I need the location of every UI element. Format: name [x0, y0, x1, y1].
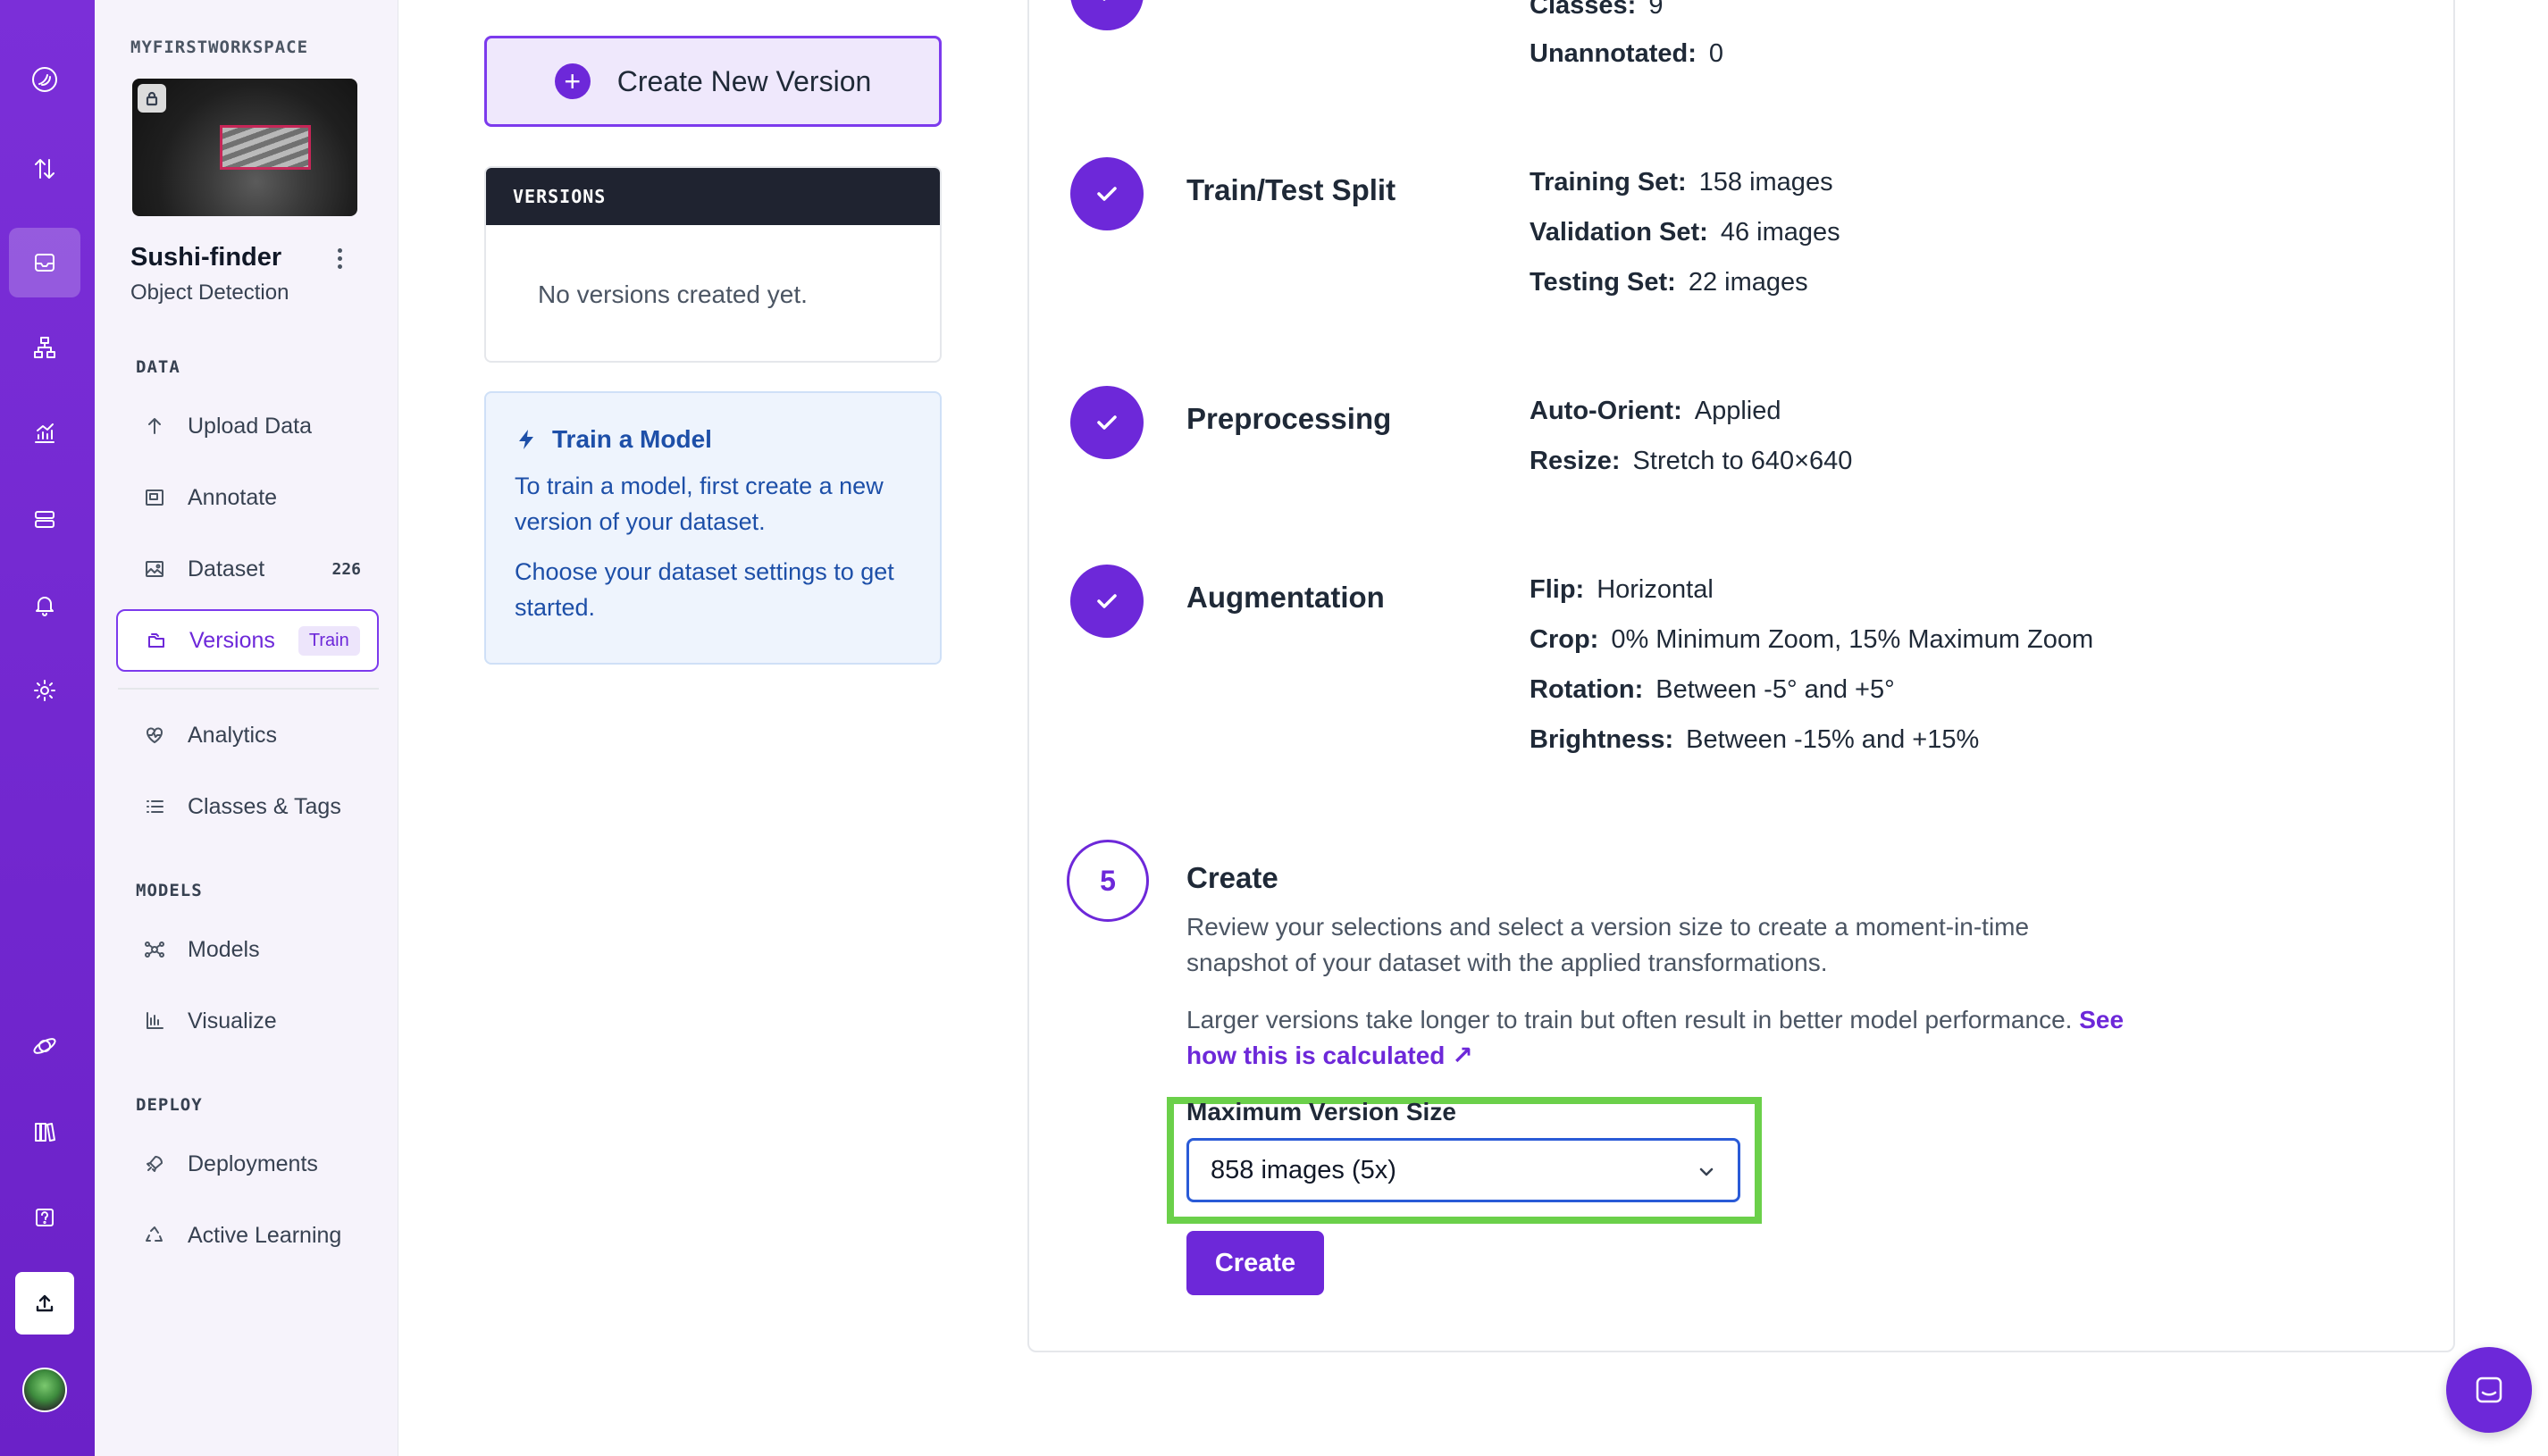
workflows-icon[interactable]	[9, 313, 80, 382]
train-model-text-2: Choose your dataset settings to get star…	[515, 558, 894, 621]
create-size-note-text: Larger versions take longer to train but…	[1186, 1006, 2073, 1033]
versions-card: VERSIONS No versions created yet.	[484, 166, 942, 363]
storage-icon[interactable]	[9, 484, 80, 554]
analytics-icon[interactable]	[9, 398, 80, 468]
library-icon[interactable]	[9, 1097, 80, 1167]
sidebar-item-label: Models	[188, 936, 260, 962]
step-summary-row: Validation Set: 46 images	[1530, 218, 1840, 247]
step-summary-row: Auto-Orient: Applied	[1530, 397, 1781, 425]
create-size-note: Larger versions take longer to train but…	[1186, 1002, 2133, 1074]
train-model-text-1: To train a model, first create a new ver…	[515, 473, 884, 535]
sidebar-item-analytics[interactable]: Analytics	[116, 704, 379, 766]
sidebar-item-active-learning[interactable]: Active Learning	[116, 1204, 379, 1267]
select-value: 858 images (5x)	[1211, 1155, 1396, 1184]
section-label-models: MODELS	[136, 881, 203, 900]
sidebar-item-annotate[interactable]: Annotate	[116, 466, 379, 529]
create-new-version-button[interactable]: + Create New Version	[484, 36, 942, 127]
max-version-size-select[interactable]: 858 images (5x)	[1186, 1138, 1740, 1202]
avatar[interactable]	[22, 1368, 67, 1412]
sidebar-item-label: Analytics	[188, 722, 278, 748]
recycle-icon	[139, 1220, 170, 1251]
sidebar-item-models[interactable]: Models	[116, 918, 379, 981]
sidebar-item-versions[interactable]: Versions Train	[116, 609, 379, 672]
arrow-up-icon	[139, 411, 170, 441]
step-summary-row: Testing Set: 22 images	[1530, 268, 1808, 297]
step-summary-row: Flip: Horizontal	[1530, 575, 1714, 604]
step-title-train-test-split[interactable]: Train/Test Split	[1186, 173, 1396, 207]
step-summary-row: Crop: 0% Minimum Zoom, 15% Maximum Zoom	[1530, 625, 2094, 654]
project-type: Object Detection	[130, 280, 289, 305]
rocket-icon	[139, 1149, 170, 1179]
images-icon	[139, 554, 170, 584]
plus-icon: +	[554, 63, 591, 99]
sidebar-item-label: Classes & Tags	[188, 793, 341, 819]
transfer-icon[interactable]	[9, 134, 80, 204]
sort-icon[interactable]	[9, 57, 80, 127]
step-summary-row: Brightness: Between -15% and +15%	[1530, 725, 1980, 754]
train-model-title: Train a Model	[515, 425, 911, 454]
step-check-icon	[1070, 565, 1144, 638]
train-model-title-text: Train a Model	[552, 425, 712, 453]
create-description: Review your selections and select a vers…	[1186, 913, 2030, 976]
annotate-icon	[139, 482, 170, 513]
max-version-size-label: Maximum Version Size	[1186, 1098, 1456, 1125]
more-vertical-icon[interactable]	[329, 243, 350, 273]
section-label-data: DATA	[136, 357, 180, 377]
sidebar-item-visualize[interactable]: Visualize	[116, 990, 379, 1052]
versions-header: VERSIONS	[486, 168, 940, 225]
lightning-icon	[519, 430, 533, 449]
create-new-version-label: Create New Version	[616, 64, 872, 97]
train-badge: Train	[298, 625, 360, 656]
projects-inbox-icon[interactable]	[9, 228, 80, 297]
sidebar-item-label: Deployments	[188, 1151, 318, 1176]
versions-empty-message: No versions created yet.	[538, 280, 808, 308]
sidebar-item-label: Visualize	[188, 1008, 277, 1033]
sidebar-item-dataset[interactable]: Dataset 226	[116, 538, 379, 600]
list-icon	[139, 791, 170, 822]
create-button[interactable]: Create	[1186, 1231, 1324, 1295]
network-icon	[139, 934, 170, 965]
step-check-icon	[1070, 157, 1144, 230]
icon-rail	[0, 0, 95, 1456]
step-title-create: Create	[1186, 861, 1278, 894]
sidebar-item-label: Upload Data	[188, 413, 312, 439]
step-summary-row: Unannotated: 0	[1530, 39, 1724, 68]
lock-icon	[138, 84, 166, 113]
train-model-callout: Train a Model To train a model, first cr…	[484, 391, 942, 665]
step-check-icon	[1070, 386, 1144, 459]
section-label-deploy: DEPLOY	[136, 1095, 203, 1115]
thumbnail-bounding-box	[220, 125, 311, 170]
settings-gear-icon[interactable]	[9, 656, 80, 725]
sidebar-item-upload-data[interactable]: Upload Data	[116, 395, 379, 457]
bell-icon[interactable]	[9, 570, 80, 640]
chart-icon	[139, 1006, 170, 1036]
dataset-count: 226	[331, 559, 361, 579]
heart-pulse-icon	[139, 720, 170, 750]
step-summary-row: Training Set: 158 images	[1530, 168, 1833, 197]
project-name: Sushi-finder	[130, 243, 282, 272]
upload-icon[interactable]	[15, 1272, 74, 1335]
folders-icon	[141, 625, 172, 656]
sidebar-item-deployments[interactable]: Deployments	[116, 1133, 379, 1195]
sidebar-item-label: Active Learning	[188, 1222, 342, 1248]
help-icon[interactable]	[9, 1183, 80, 1252]
project-thumbnail[interactable]	[132, 79, 357, 216]
sidebar-item-label: Annotate	[188, 484, 278, 510]
step-summary-row: Classes: 9	[1530, 0, 1664, 20]
step-summary-row: Resize: Stretch to 640×640	[1530, 447, 1853, 475]
project-sidebar: MYFIRSTWORKSPACE Sushi-finder Object Det…	[95, 0, 398, 1456]
step-title-augmentation[interactable]: Augmentation	[1186, 581, 1385, 615]
step-number: 5	[1067, 840, 1149, 922]
workspace-name[interactable]: MYFIRSTWORKSPACE	[130, 38, 308, 57]
chevron-down-icon	[1699, 1167, 1714, 1176]
sidebar-divider	[118, 688, 379, 690]
sidebar-item-label: Dataset	[188, 556, 265, 582]
sidebar-item-classes-tags[interactable]: Classes & Tags	[116, 775, 379, 838]
sidebar-item-label: Versions	[189, 627, 275, 653]
chat-icon[interactable]	[2446, 1347, 2532, 1433]
universe-icon[interactable]	[9, 1011, 80, 1081]
step-title-preprocessing[interactable]: Preprocessing	[1186, 402, 1391, 436]
step-summary-row: Rotation: Between -5° and +5°	[1530, 675, 1895, 704]
